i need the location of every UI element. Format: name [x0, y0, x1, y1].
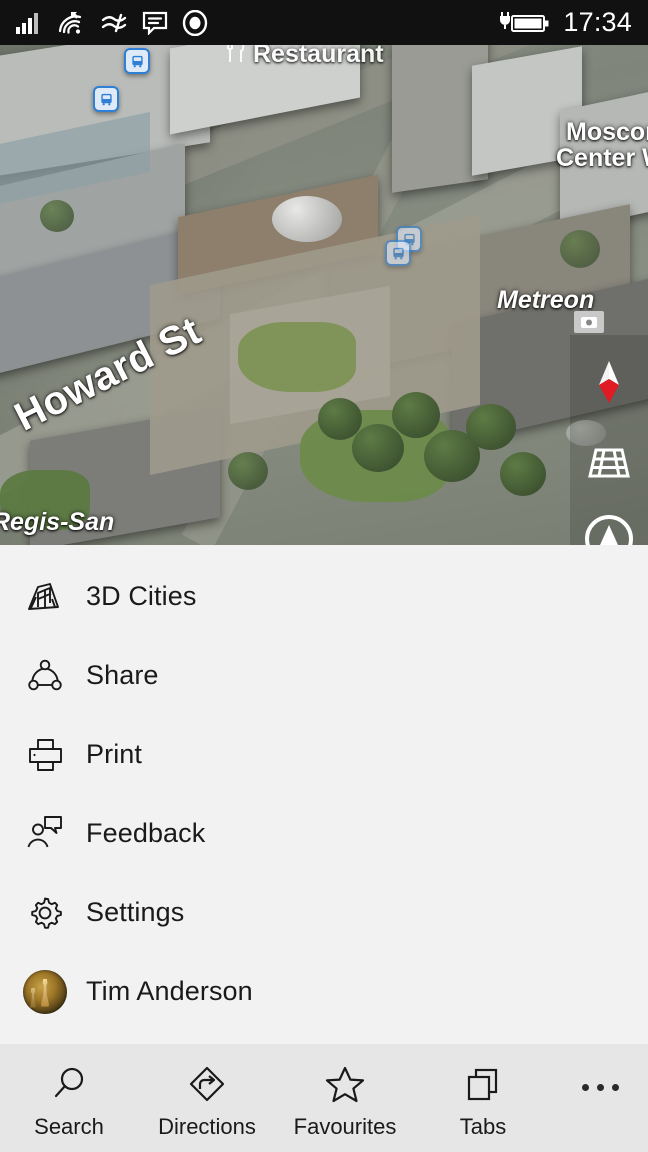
- menu-item-print[interactable]: Print: [0, 715, 648, 794]
- map-canvas[interactable]: Howard St Metreon Moscone Center West Re…: [0, 0, 648, 545]
- more-ellipsis-icon: [581, 1083, 589, 1091]
- more-ellipsis-icon: [611, 1083, 619, 1091]
- appbar-button-favourites[interactable]: Favourites: [276, 1044, 414, 1152]
- bus-icon: [131, 55, 143, 67]
- bottom-app-bar: Search Directions Favourites Tabs: [0, 1044, 648, 1152]
- bus-icon: [100, 93, 112, 105]
- status-bar-clock: 17:34: [563, 7, 632, 37]
- print-icon: [22, 735, 68, 775]
- menu-item-share[interactable]: Share: [0, 636, 648, 715]
- 3d-cities-icon: [22, 577, 68, 617]
- menu-item-account[interactable]: Tim Anderson: [0, 952, 648, 1031]
- cellular-signal-icon: [16, 12, 38, 34]
- menu-item-label: Feedback: [86, 818, 206, 848]
- map-controls-panel: [570, 335, 648, 545]
- menu-item-label: Settings: [86, 897, 185, 927]
- avatar: [22, 969, 68, 1014]
- share-icon: [22, 656, 68, 696]
- wifi-icon: [58, 11, 82, 34]
- appbar-button-directions[interactable]: Directions: [138, 1044, 276, 1152]
- map-imagery: [0, 0, 648, 545]
- tabs-icon: [463, 1063, 503, 1105]
- overflow-menu-panel: 3D Cities Share Print Feedback Settings …: [0, 545, 648, 1044]
- search-icon: [49, 1063, 89, 1105]
- menu-item-label: Share: [86, 660, 159, 690]
- appbar-button-label: Tabs: [459, 1114, 507, 1139]
- status-bar-left-icons: [0, 9, 208, 36]
- transit-marker[interactable]: [124, 48, 150, 74]
- status-bar-right: 17:34: [497, 7, 648, 38]
- menu-item-3d-cities[interactable]: 3D Cities: [0, 557, 648, 636]
- status-bar: 17:34: [0, 0, 648, 45]
- bus-icon: [392, 247, 404, 259]
- settings-gear-icon: [22, 893, 68, 933]
- my-location-icon[interactable]: [583, 513, 635, 545]
- compass-icon[interactable]: [592, 357, 626, 411]
- app-window: Howard St Metreon Moscone Center West Re…: [0, 0, 648, 1152]
- recording-circle-icon: [182, 9, 208, 36]
- appbar-more-button[interactable]: [552, 1044, 648, 1152]
- feedback-icon: [22, 814, 68, 854]
- star-icon: [324, 1063, 366, 1105]
- directions-icon: [187, 1063, 227, 1105]
- menu-item-label: 3D Cities: [86, 581, 197, 611]
- more-ellipsis-icon: [596, 1083, 604, 1091]
- account-name: Tim Anderson: [86, 976, 253, 1006]
- transit-marker[interactable]: [93, 86, 119, 112]
- appbar-button-search[interactable]: Search: [0, 1044, 138, 1152]
- menu-item-label: Print: [86, 739, 143, 769]
- menu-item-settings[interactable]: Settings: [0, 873, 648, 952]
- menu-item-feedback[interactable]: Feedback: [0, 794, 648, 873]
- network-data-icon: [101, 13, 127, 32]
- tilt-3d-grid-icon[interactable]: [585, 443, 633, 485]
- appbar-button-label: Favourites: [293, 1114, 397, 1139]
- battery-charging-icon: [500, 11, 549, 32]
- message-icon: [142, 11, 168, 35]
- appbar-button-label: Search: [34, 1114, 104, 1139]
- appbar-button-label: Directions: [158, 1114, 256, 1139]
- transit-marker[interactable]: [385, 240, 411, 266]
- street-view-camera-icon[interactable]: [574, 311, 604, 333]
- appbar-button-tabs[interactable]: Tabs: [414, 1044, 552, 1152]
